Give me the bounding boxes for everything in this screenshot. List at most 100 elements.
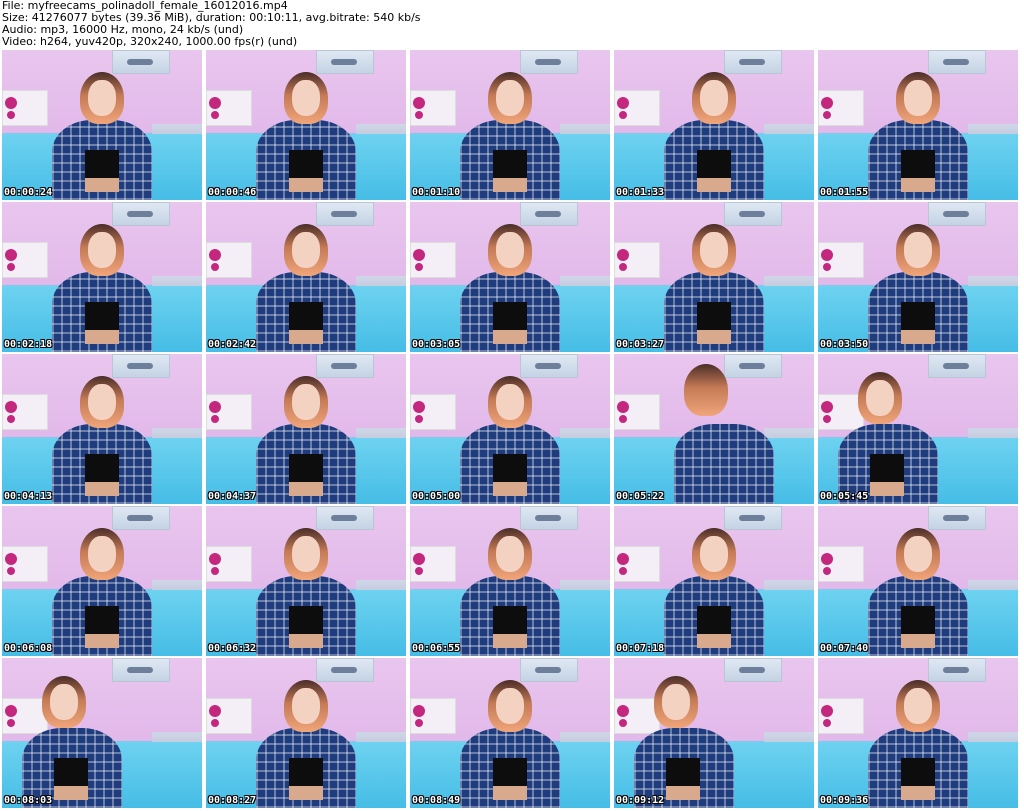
person-figure xyxy=(2,354,202,504)
timestamp-label: 00:09:36 xyxy=(820,795,869,806)
video-frame-thumbnail: 00:06:55 xyxy=(410,506,610,656)
timestamp-label: 00:05:22 xyxy=(616,491,665,502)
person-figure xyxy=(206,506,406,656)
hair xyxy=(684,364,728,416)
timestamp-label: 00:09:12 xyxy=(616,795,665,806)
video-frame-thumbnail: 00:07:18 xyxy=(614,506,814,656)
black-top xyxy=(666,758,700,786)
timestamp-label: 00:04:37 xyxy=(208,491,257,502)
face xyxy=(904,80,932,116)
person-figure xyxy=(2,50,202,200)
person-figure xyxy=(410,354,610,504)
person-figure xyxy=(614,658,814,808)
black-top xyxy=(697,606,731,634)
face xyxy=(904,688,932,724)
video-frame-thumbnail: 00:06:32 xyxy=(206,506,406,656)
person-figure xyxy=(410,506,610,656)
timestamp-label: 00:05:00 xyxy=(412,491,461,502)
timestamp-label: 00:06:55 xyxy=(412,643,461,654)
timestamp-label: 00:07:40 xyxy=(820,643,869,654)
person-figure xyxy=(206,50,406,200)
face xyxy=(496,80,524,116)
black-top xyxy=(85,302,119,330)
video-frame-thumbnail: 00:09:36 xyxy=(818,658,1018,808)
black-top xyxy=(493,454,527,482)
face xyxy=(700,232,728,268)
person-figure xyxy=(614,354,814,504)
black-top xyxy=(85,606,119,634)
person-figure xyxy=(206,658,406,808)
timestamp-label: 00:07:18 xyxy=(616,643,665,654)
timestamp-label: 00:01:10 xyxy=(412,187,461,198)
person-figure xyxy=(2,506,202,656)
person-figure xyxy=(410,202,610,352)
video-frame-thumbnail: 00:02:42 xyxy=(206,202,406,352)
video-frame-thumbnail: 00:03:05 xyxy=(410,202,610,352)
video-frame-thumbnail: 00:06:08 xyxy=(2,506,202,656)
midriff xyxy=(697,330,731,344)
midriff xyxy=(493,634,527,648)
video-frame-thumbnail: 00:01:33 xyxy=(614,50,814,200)
midriff xyxy=(901,178,935,192)
video-frame-thumbnail: 00:08:03 xyxy=(2,658,202,808)
timestamp-label: 00:00:24 xyxy=(4,187,53,198)
midriff xyxy=(901,786,935,800)
black-top xyxy=(697,150,731,178)
person-figure xyxy=(410,658,610,808)
timestamp-label: 00:03:05 xyxy=(412,339,461,350)
timestamp-label: 00:03:27 xyxy=(616,339,665,350)
midriff xyxy=(289,634,323,648)
video-frame-thumbnail: 00:08:49 xyxy=(410,658,610,808)
midriff xyxy=(870,482,904,496)
plaid-jacket xyxy=(674,424,774,504)
midriff xyxy=(289,330,323,344)
black-top xyxy=(901,758,935,786)
midriff xyxy=(493,330,527,344)
face xyxy=(496,384,524,420)
midriff xyxy=(85,482,119,496)
person-figure xyxy=(614,506,814,656)
face xyxy=(700,536,728,572)
video-frame-thumbnail: 00:03:27 xyxy=(614,202,814,352)
person-figure xyxy=(206,354,406,504)
black-top xyxy=(901,302,935,330)
midriff xyxy=(85,178,119,192)
black-top xyxy=(493,302,527,330)
timestamp-label: 00:08:49 xyxy=(412,795,461,806)
midriff xyxy=(901,634,935,648)
black-top xyxy=(493,758,527,786)
video-frame-thumbnail: 00:04:37 xyxy=(206,354,406,504)
face xyxy=(866,380,894,416)
timestamp-label: 00:06:32 xyxy=(208,643,257,654)
midriff xyxy=(54,786,88,800)
face xyxy=(292,384,320,420)
timestamp-label: 00:04:13 xyxy=(4,491,53,502)
person-figure xyxy=(2,658,202,808)
midriff xyxy=(697,178,731,192)
face xyxy=(50,684,78,720)
thumbnail-grid: 00:00:24 00:00:46 00:01:10 00:01:33 00:01:55… xyxy=(2,50,1022,810)
person-figure xyxy=(818,202,1018,352)
midriff xyxy=(901,330,935,344)
black-top xyxy=(289,606,323,634)
video-frame-thumbnail: 00:09:12 xyxy=(614,658,814,808)
video-frame-thumbnail: 00:05:45 xyxy=(818,354,1018,504)
black-top xyxy=(289,150,323,178)
midriff xyxy=(289,482,323,496)
person-figure xyxy=(410,50,610,200)
midriff xyxy=(85,634,119,648)
face xyxy=(88,536,116,572)
midriff xyxy=(289,178,323,192)
face xyxy=(904,536,932,572)
face xyxy=(496,536,524,572)
face xyxy=(662,684,690,720)
face xyxy=(292,536,320,572)
video-frame-thumbnail: 00:00:24 xyxy=(2,50,202,200)
video-frame-thumbnail: 00:00:46 xyxy=(206,50,406,200)
timestamp-label: 00:08:03 xyxy=(4,795,53,806)
timestamp-label: 00:05:45 xyxy=(820,491,869,502)
timestamp-label: 00:06:08 xyxy=(4,643,53,654)
video-frame-thumbnail: 00:08:27 xyxy=(206,658,406,808)
person-figure xyxy=(818,354,1018,504)
video-info-line: Video: h264, yuv420p, 320x240, 1000.00 f… xyxy=(2,35,298,48)
